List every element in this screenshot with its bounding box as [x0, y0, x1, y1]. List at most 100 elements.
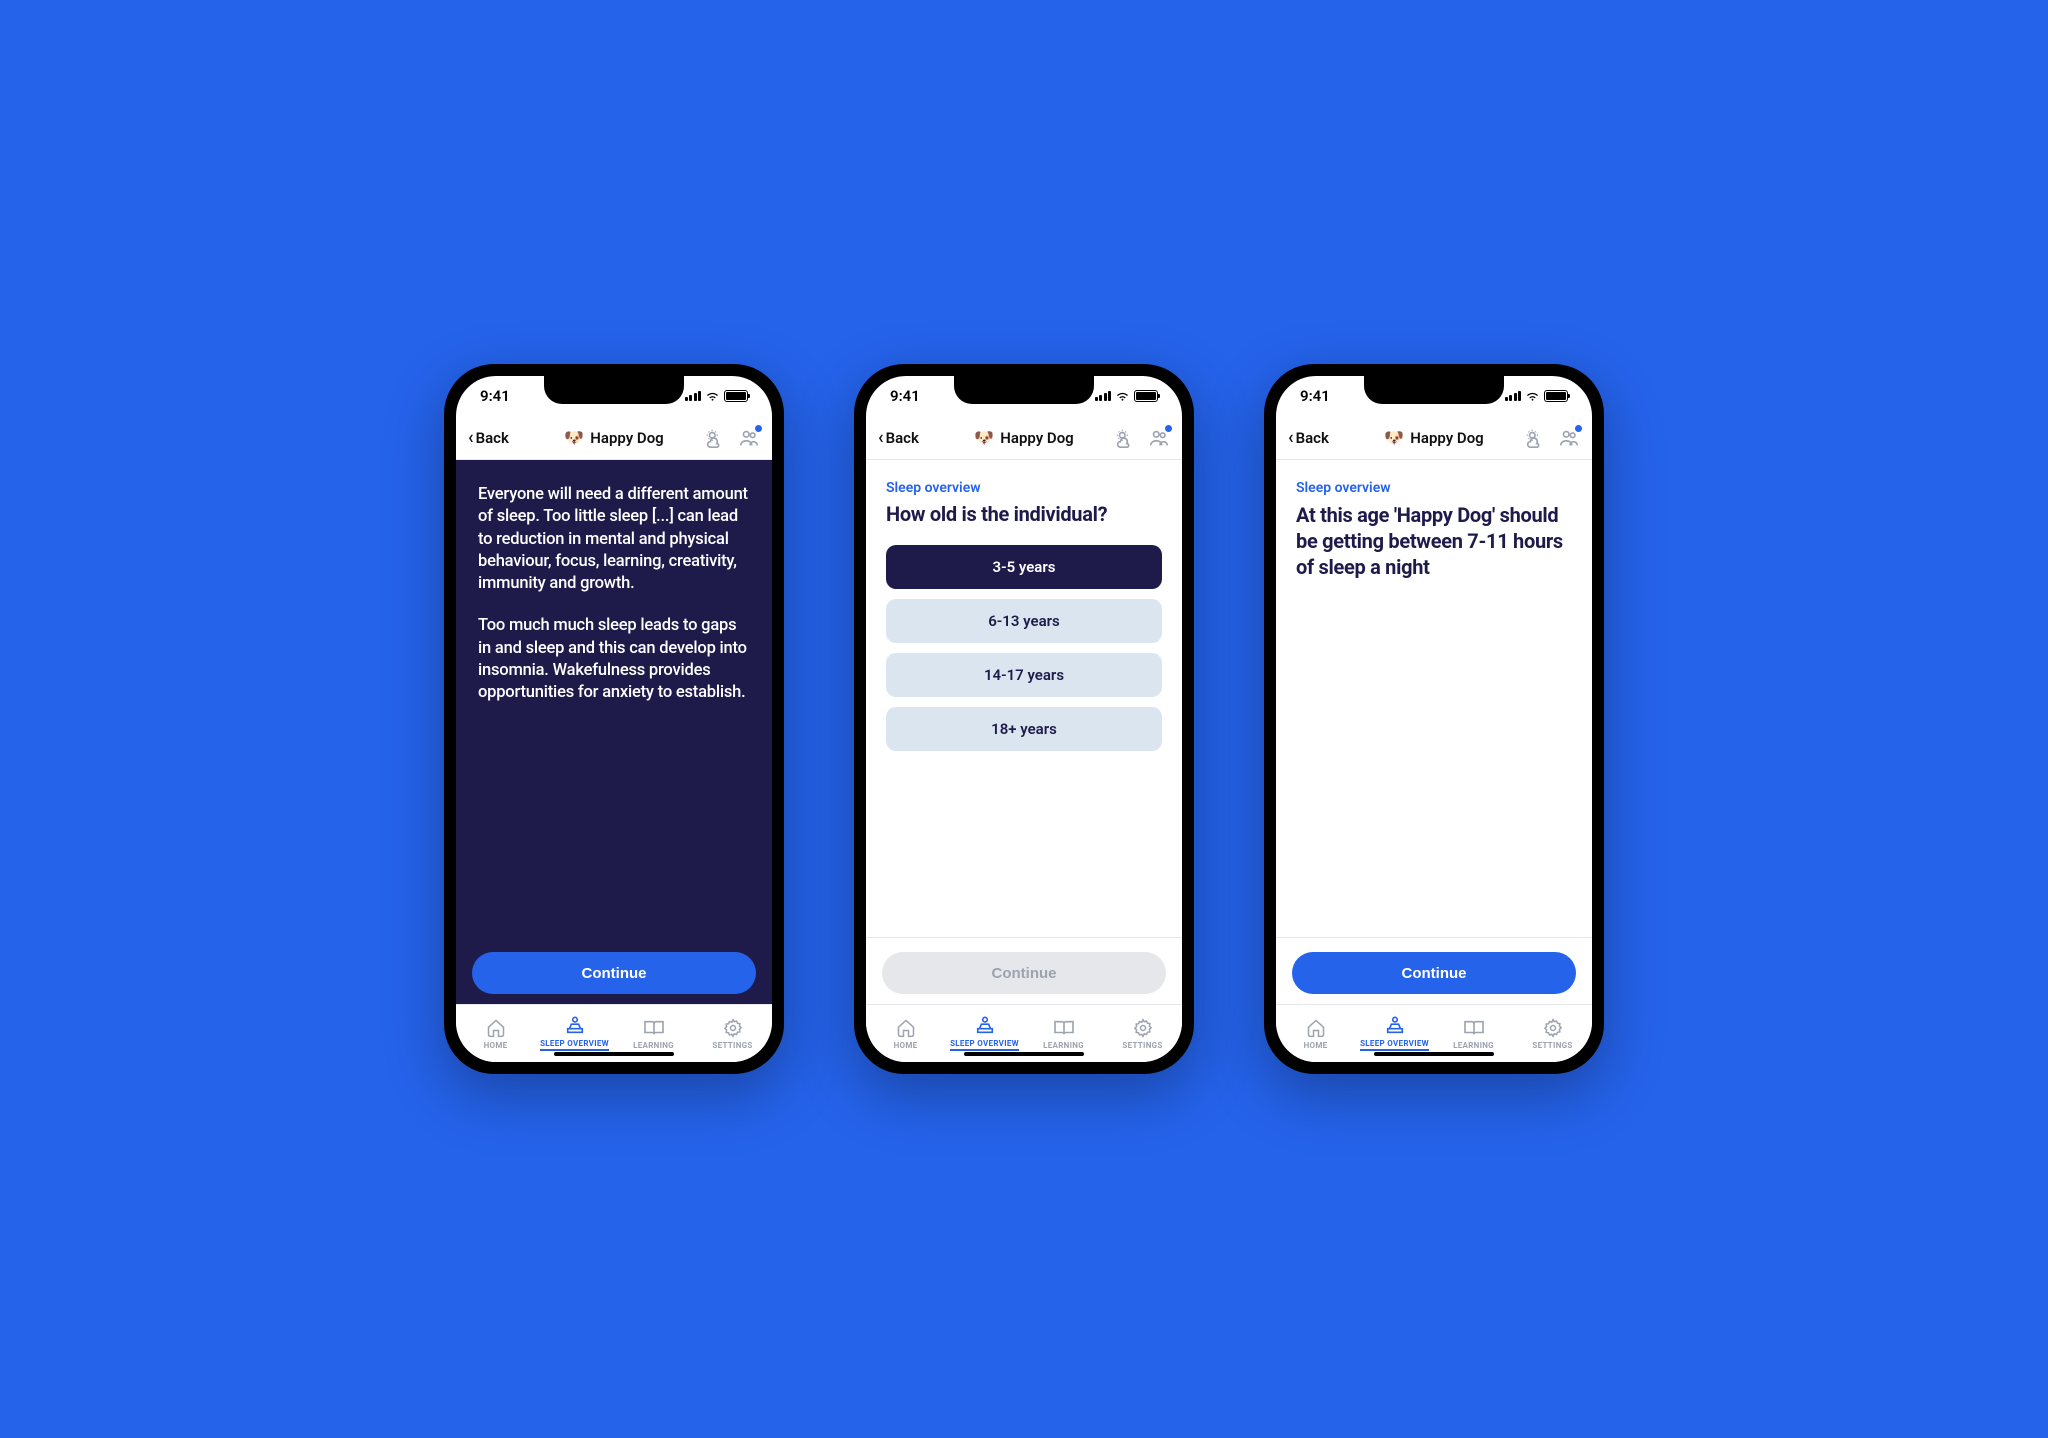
tab-sleep-label: SLEEP OVERVIEW	[950, 1039, 1019, 1051]
back-label: Back	[1296, 429, 1329, 447]
tab-learning-label: LEARNING	[1043, 1041, 1084, 1050]
home-indicator[interactable]	[554, 1052, 674, 1056]
options-list: 3-5 years 6-13 years 14-17 years 18+ yea…	[886, 545, 1162, 751]
wifi-icon	[705, 391, 720, 402]
back-button[interactable]: ‹ Back	[878, 427, 919, 448]
wifi-icon	[1525, 391, 1540, 402]
battery-icon	[1544, 390, 1568, 402]
status-icons	[1505, 390, 1569, 402]
header-title-text: Happy Dog	[590, 429, 663, 447]
result-text: At this age 'Happy Dog' should be gettin…	[1296, 502, 1572, 580]
tab-settings-label: SETTINGS	[1122, 1041, 1162, 1050]
header-actions	[704, 427, 760, 449]
phone-mockup-2: 9:41 ‹ Back 🐶 Happy Dog	[854, 364, 1194, 1074]
status-icons	[685, 390, 749, 402]
app-header: ‹ Back 🐶 Happy Dog	[1276, 416, 1592, 460]
tab-home[interactable]: HOME	[1276, 1005, 1355, 1062]
sleep-icon	[563, 1016, 587, 1036]
dog-icon: 🐶	[1384, 428, 1404, 448]
tab-home[interactable]: HOME	[456, 1005, 535, 1062]
option-18-plus-years[interactable]: 18+ years	[886, 707, 1162, 751]
back-label: Back	[886, 429, 919, 447]
footer: Continue	[1276, 937, 1592, 1004]
info-paragraph-1: Everyone will need a different amount of…	[478, 484, 750, 595]
weather-icon[interactable]	[1524, 427, 1546, 449]
tab-home-label: HOME	[894, 1041, 918, 1050]
notch	[544, 376, 684, 404]
screen: 9:41 ‹ Back 🐶 Happy Dog	[1276, 376, 1592, 1062]
tab-sleep-label: SLEEP OVERVIEW	[540, 1039, 609, 1051]
weather-icon[interactable]	[1114, 427, 1136, 449]
section-label: Sleep overview	[886, 480, 1162, 496]
tab-sleep-label: SLEEP OVERVIEW	[1360, 1039, 1429, 1051]
gear-icon	[1541, 1018, 1565, 1038]
status-time: 9:41	[890, 387, 920, 405]
weather-icon[interactable]	[704, 427, 726, 449]
notch	[1364, 376, 1504, 404]
gear-icon	[721, 1018, 745, 1038]
continue-button[interactable]: Continue	[472, 952, 756, 994]
continue-button[interactable]: Continue	[1292, 952, 1576, 994]
book-icon	[1052, 1018, 1076, 1038]
header-actions	[1524, 427, 1580, 449]
option-14-17-years[interactable]: 14-17 years	[886, 653, 1162, 697]
signal-icon	[1095, 391, 1112, 401]
sleep-icon	[1383, 1016, 1407, 1036]
chevron-left-icon: ‹	[468, 427, 474, 448]
screen: 9:41 ‹ Back 🐶 Happy Dog	[456, 376, 772, 1062]
tab-settings-label: SETTINGS	[712, 1041, 752, 1050]
tab-learning-label: LEARNING	[1453, 1041, 1494, 1050]
content-area: Everyone will need a different amount of…	[456, 460, 772, 1004]
home-icon	[894, 1018, 918, 1038]
tab-settings[interactable]: SETTINGS	[693, 1005, 772, 1062]
footer: Continue	[456, 938, 772, 1004]
home-indicator[interactable]	[964, 1052, 1084, 1056]
people-icon[interactable]	[738, 427, 760, 449]
dog-icon: 🐶	[564, 428, 584, 448]
back-button[interactable]: ‹ Back	[1288, 427, 1329, 448]
phone-mockup-1: 9:41 ‹ Back 🐶 Happy Dog	[444, 364, 784, 1074]
notification-dot	[1165, 425, 1172, 432]
content-area: Sleep overview How old is the individual…	[866, 460, 1182, 1004]
home-indicator[interactable]	[1374, 1052, 1494, 1056]
header-actions	[1114, 427, 1170, 449]
chevron-left-icon: ‹	[1288, 427, 1294, 448]
question-text: How old is the individual?	[886, 502, 1162, 527]
battery-icon	[724, 390, 748, 402]
phone-mockup-3: 9:41 ‹ Back 🐶 Happy Dog	[1264, 364, 1604, 1074]
tab-home-label: HOME	[1304, 1041, 1328, 1050]
info-paragraph-2: Too much much sleep leads to gaps in and…	[478, 615, 750, 704]
back-label: Back	[476, 429, 509, 447]
tab-settings-label: SETTINGS	[1532, 1041, 1572, 1050]
battery-icon	[1134, 390, 1158, 402]
gear-icon	[1131, 1018, 1155, 1038]
tab-settings[interactable]: SETTINGS	[1103, 1005, 1182, 1062]
people-icon[interactable]	[1148, 427, 1170, 449]
notification-dot	[1575, 425, 1582, 432]
header-title-text: Happy Dog	[1000, 429, 1073, 447]
option-3-5-years[interactable]: 3-5 years	[886, 545, 1162, 589]
header-title: 🐶 Happy Dog	[974, 428, 1073, 448]
footer: Continue	[866, 937, 1182, 1004]
tab-home[interactable]: HOME	[866, 1005, 945, 1062]
status-time: 9:41	[1300, 387, 1330, 405]
book-icon	[1462, 1018, 1486, 1038]
status-time: 9:41	[480, 387, 510, 405]
header-title: 🐶 Happy Dog	[1384, 428, 1483, 448]
tab-settings[interactable]: SETTINGS	[1513, 1005, 1592, 1062]
signal-icon	[1505, 391, 1522, 401]
notch	[954, 376, 1094, 404]
screen: 9:41 ‹ Back 🐶 Happy Dog	[866, 376, 1182, 1062]
content-area: Sleep overview At this age 'Happy Dog' s…	[1276, 460, 1592, 1004]
signal-icon	[685, 391, 702, 401]
dog-icon: 🐶	[974, 428, 994, 448]
continue-button: Continue	[882, 952, 1166, 994]
back-button[interactable]: ‹ Back	[468, 427, 509, 448]
wifi-icon	[1115, 391, 1130, 402]
section-label: Sleep overview	[1296, 480, 1572, 496]
people-icon[interactable]	[1558, 427, 1580, 449]
book-icon	[642, 1018, 666, 1038]
chevron-left-icon: ‹	[878, 427, 884, 448]
app-header: ‹ Back 🐶 Happy Dog	[456, 416, 772, 460]
option-6-13-years[interactable]: 6-13 years	[886, 599, 1162, 643]
